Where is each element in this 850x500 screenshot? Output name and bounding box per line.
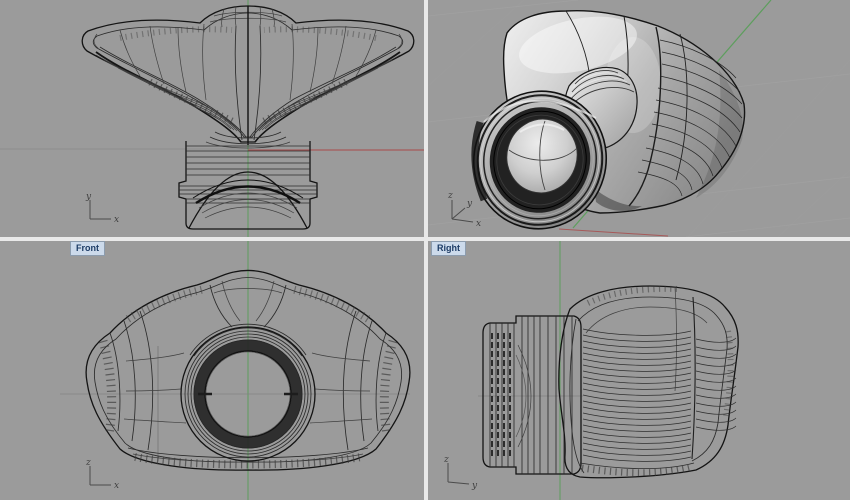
viewport-perspective-view[interactable]: z y x	[428, 0, 850, 237]
x-axis-line	[559, 229, 668, 236]
viewport-front-view[interactable]: Front z x	[0, 241, 424, 500]
axis-gizmo: z x	[78, 457, 128, 497]
perspective-shaded-drawing	[428, 0, 850, 237]
axis-right-label: x	[114, 481, 119, 491]
axis-up-label: z	[447, 191, 453, 201]
axis-right-label: x	[476, 219, 481, 229]
axis-gizmo: y x	[78, 191, 128, 231]
axis-right-label: x	[114, 215, 119, 225]
camera-shaded-model	[458, 7, 745, 237]
viewport-splitter-vertical[interactable]	[424, 0, 428, 500]
axis-up-label: y	[85, 192, 92, 202]
front-view-wireframe-drawing	[0, 241, 424, 500]
top-view-wireframe-drawing	[0, 0, 424, 237]
right-view-wireframe-drawing	[428, 241, 850, 500]
camera-right-wireframe	[483, 286, 738, 478]
viewport-splitter-horizontal[interactable]	[0, 237, 850, 241]
axis-up-label: z	[85, 458, 91, 468]
axis-right-label: y	[471, 481, 478, 491]
axis-diag-label: y	[466, 199, 473, 209]
viewport-label-front[interactable]: Front	[70, 241, 105, 256]
axis-up-label: z	[443, 455, 449, 465]
axis-gizmo: z y	[436, 454, 486, 496]
viewport-right-view[interactable]: Right z y	[428, 241, 850, 500]
viewport-top-view[interactable]: y x	[0, 0, 424, 237]
axis-gizmo: z y x	[440, 189, 490, 233]
cad-four-view-workspace: y x	[0, 0, 850, 500]
viewport-label-right[interactable]: Right	[431, 241, 466, 256]
